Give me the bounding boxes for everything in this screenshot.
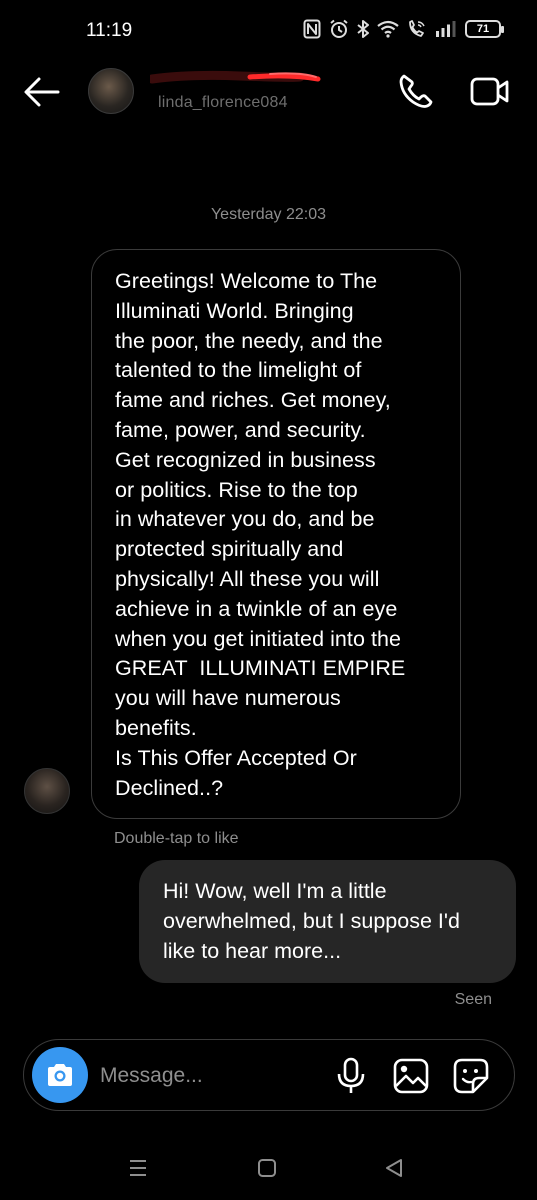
home-button[interactable] xyxy=(257,1158,277,1178)
gallery-button[interactable] xyxy=(393,1058,429,1094)
incoming-message-bubble[interactable]: Greetings! Welcome to The Illuminati Wor… xyxy=(91,249,461,819)
sticker-icon xyxy=(453,1058,489,1094)
bluetooth-icon xyxy=(357,20,369,38)
back-button[interactable] xyxy=(22,74,62,110)
battery-icon: 71 xyxy=(465,20,504,38)
status-bar: 11:19 71 xyxy=(0,0,537,62)
message-line: in whatever you do, and be xyxy=(115,507,375,532)
message-line: Illuminati World. Bringing xyxy=(115,298,354,323)
message-line: fame, power, and security. xyxy=(115,417,366,442)
message-line: protected spiritually and xyxy=(115,537,344,562)
message-timestamp: Yesterday 22:03 xyxy=(210,206,327,223)
message-line: achieve in a twinkle of an eye xyxy=(115,596,398,621)
voice-message-button[interactable] xyxy=(336,1057,366,1095)
back-icon xyxy=(386,1159,402,1177)
chat-header: linda_florence084 xyxy=(0,62,537,126)
message-line: Get recognized in business xyxy=(115,447,376,472)
gallery-icon xyxy=(393,1058,429,1094)
message-line: fame and riches. Get money, xyxy=(115,388,391,413)
message-line: overwhelmed, but I suppose I'd xyxy=(163,909,460,933)
message-line: Hi! Wow, well I'm a little xyxy=(163,879,387,903)
outgoing-message-bubble[interactable]: Hi! Wow, well I'm a little overwhelmed, … xyxy=(139,860,516,983)
message-line: the poor, the needy, and the xyxy=(115,328,383,353)
battery-level: 71 xyxy=(476,23,490,35)
sender-avatar[interactable] xyxy=(24,768,70,814)
contact-username[interactable]: linda_florence084 xyxy=(158,94,288,112)
message-line: talented to the limelight of xyxy=(115,358,362,383)
message-line: Greetings! Welcome to The xyxy=(115,269,378,293)
message-input[interactable] xyxy=(100,1060,320,1092)
microphone-icon xyxy=(337,1057,365,1093)
redacted-name-mark xyxy=(150,70,321,84)
alarm-icon xyxy=(330,19,348,38)
contact-avatar[interactable] xyxy=(88,68,134,114)
double-tap-hint: Double-tap to like xyxy=(114,830,239,847)
message-line: Is This Offer Accepted Or xyxy=(115,745,357,770)
wifi-icon xyxy=(377,20,399,38)
video-call-button[interactable] xyxy=(468,72,512,110)
status-time: 11:19 xyxy=(86,20,133,41)
message-line: GREAT ILLUMINATI EMPIRE xyxy=(115,656,406,681)
status-icons: 71 xyxy=(303,19,504,39)
message-line: physically! All these you will xyxy=(115,566,380,591)
recent-apps-icon xyxy=(130,1160,146,1176)
message-line: when you get initiated into the xyxy=(115,626,402,651)
recent-apps-button[interactable] xyxy=(127,1157,149,1179)
signal-icon xyxy=(436,21,456,37)
nfc-icon xyxy=(303,19,321,39)
message-line: like to hear more... xyxy=(163,939,342,963)
camera-icon xyxy=(48,1064,72,1086)
voice-call-button[interactable] xyxy=(396,72,436,110)
system-back-button[interactable] xyxy=(383,1157,405,1179)
message-line: or politics. Rise to the top xyxy=(115,477,358,502)
sticker-button[interactable] xyxy=(453,1058,489,1094)
home-icon xyxy=(258,1159,276,1177)
wifi-calling-icon xyxy=(409,20,425,37)
phone-icon xyxy=(399,74,433,108)
system-nav-bar xyxy=(0,1140,537,1200)
message-composer xyxy=(23,1039,515,1111)
message-line: Declined..? xyxy=(115,775,224,800)
seen-indicator: Seen xyxy=(454,991,492,1008)
back-arrow-icon xyxy=(24,77,60,107)
camera-button[interactable] xyxy=(32,1047,88,1103)
message-line: benefits. xyxy=(115,715,197,740)
video-camera-icon xyxy=(470,77,509,106)
message-line: you will have numerous xyxy=(115,686,341,711)
